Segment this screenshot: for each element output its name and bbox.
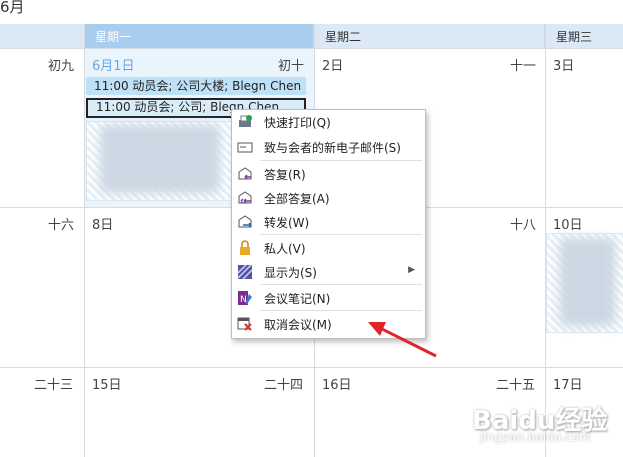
annotation-arrow (368, 322, 437, 358)
watermark-url: jingyan.baidu.com (480, 430, 591, 444)
